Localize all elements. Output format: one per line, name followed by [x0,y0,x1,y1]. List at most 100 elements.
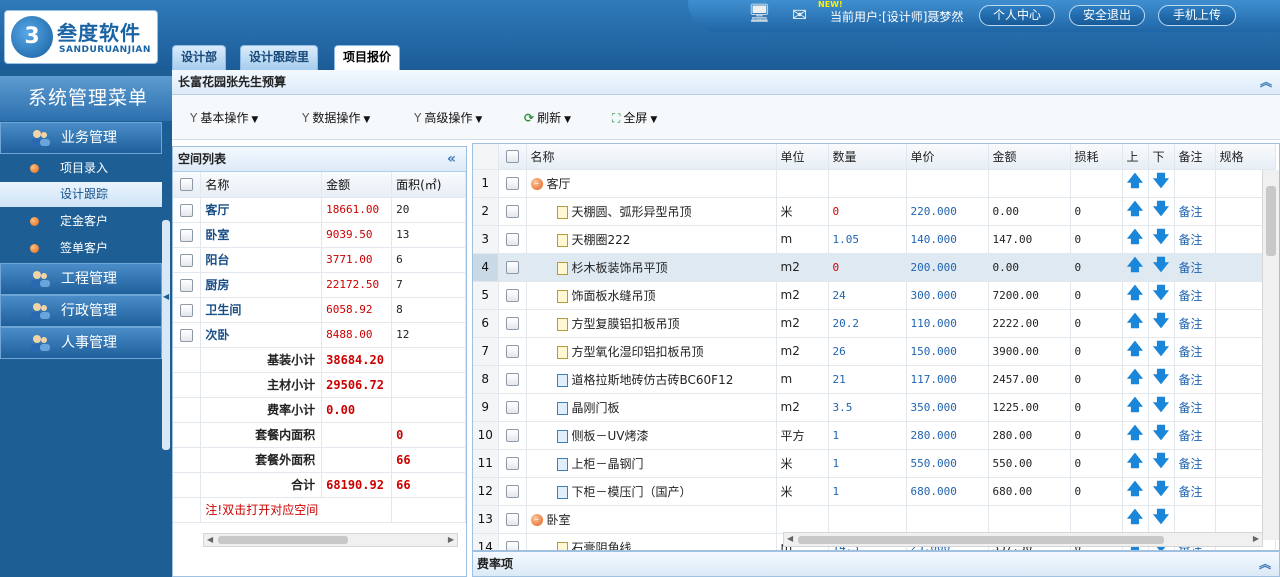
table-row[interactable]: 4 杉木板装饰吊平顶 m2 0 200.000 0.00 0 🡅 🡇 备注 [473,253,1276,282]
menu-item-design-tracking[interactable]: 设计跟踪 [0,182,162,207]
loss-cell[interactable]: 0 [1070,337,1123,366]
remark-link[interactable]: 备注 [1179,233,1203,247]
expand-up-icon[interactable]: ︽ [1259,552,1271,576]
table-row[interactable]: 阳台 3771.00 6 [173,247,466,273]
unit-cell[interactable]: 米 [776,477,829,506]
table-row[interactable]: 6 方型复膜铝扣板吊顶 m2 20.2 110.000 2222.00 0 🡅 🡇 备注 [473,309,1276,338]
row-checkbox[interactable] [505,457,519,470]
price-cell[interactable]: 117.000 [906,365,989,394]
select-all-checkbox[interactable] [505,150,519,164]
move-up-icon[interactable]: 🡅 [1127,283,1143,302]
move-down-icon[interactable]: 🡇 [1153,451,1169,470]
unit-cell[interactable]: 米 [776,197,829,226]
qty-cell[interactable]: 24 [828,281,907,310]
price-cell[interactable]: 150.000 [906,337,989,366]
move-down-icon[interactable]: 🡇 [1153,171,1169,190]
collapse-category-icon[interactable]: – [530,514,543,526]
remark-link[interactable]: 备注 [1179,261,1203,275]
name-cell[interactable]: 上柜－晶钢门 [526,449,777,478]
fullscreen-menu[interactable]: ⛶ 全屏 ▼ [612,109,657,126]
qty-cell[interactable]: 1.05 [828,225,907,254]
row-checkbox[interactable] [505,541,519,550]
table-row[interactable]: 9 晶刚门板 m2 3.5 350.000 1225.00 0 🡅 🡇 备注 [473,393,1276,422]
remark-link[interactable]: 备注 [1179,373,1203,387]
name-cell[interactable]: – 卧室 [526,505,777,534]
scroll-right-icon[interactable]: ▶ [1253,533,1259,545]
menu-group-engineering[interactable]: 工程管理 [0,263,162,295]
table-row[interactable]: 3 天棚圈222 m 1.05 140.000 147.00 0 🡅 🡇 备注 [473,225,1276,254]
price-cell[interactable] [906,505,989,534]
move-up-icon[interactable]: 🡅 [1127,395,1143,414]
move-down-icon[interactable]: 🡇 [1153,423,1169,442]
unit-cell[interactable]: m2 [776,337,829,366]
price-cell[interactable] [906,169,989,198]
price-cell[interactable]: 680.000 [906,477,989,506]
remark-link[interactable]: 备注 [1179,401,1203,415]
collapse-category-icon[interactable]: – [530,178,543,190]
move-up-icon[interactable]: 🡅 [1127,423,1143,442]
logout-button[interactable]: 安全退出 [1069,5,1145,26]
price-cell[interactable]: 220.000 [906,197,989,226]
unit-cell[interactable]: m2 [776,281,829,310]
qty-cell[interactable]: 1 [828,421,907,450]
name-cell[interactable]: 石膏阴角线 [526,533,777,550]
row-checkbox[interactable] [505,345,519,358]
move-up-icon[interactable]: 🡅 [1127,311,1143,330]
row-checkbox[interactable] [505,233,519,246]
table-row[interactable]: 卫生间 6058.92 8 [173,297,466,323]
tab-project-quote[interactable]: 项目报价 [334,45,401,71]
row-checkbox[interactable] [180,228,194,242]
unit-cell[interactable]: 米 [776,449,829,478]
category-row[interactable]: 1 – 客厅 🡅 🡇 [473,169,1276,198]
price-cell[interactable]: 550.000 [906,449,989,478]
scroll-thumb[interactable] [798,536,1164,544]
row-checkbox[interactable] [180,253,194,267]
tab-design-dept[interactable]: 设计部 [172,45,227,70]
loss-cell[interactable]: 0 [1070,281,1123,310]
qty-cell[interactable] [828,169,907,198]
unit-cell[interactable] [776,505,829,534]
collapse-menu-icon[interactable]: ◀ [163,292,169,301]
scroll-thumb[interactable] [1266,186,1276,256]
table-row[interactable]: 厨房 22172.50 7 [173,272,466,298]
name-cell[interactable]: 天棚圆、弧形异型吊顶 [526,197,777,226]
row-checkbox[interactable] [505,373,519,386]
loss-cell[interactable]: 0 [1070,253,1123,282]
unit-cell[interactable]: 平方 [776,421,829,450]
space-hscrollbar[interactable]: ◀ ▶ [203,533,458,547]
mobile-upload-button[interactable]: 手机上传 [1158,5,1236,26]
fee-items-bar[interactable]: 费率项 ︽ [472,551,1280,577]
loss-cell[interactable]: 0 [1070,365,1123,394]
qty-cell[interactable]: 0 [828,197,907,226]
data-ops-menu[interactable]: Y 数据操作 ▼ [302,109,370,126]
unit-cell[interactable]: m [776,365,829,394]
move-down-icon[interactable]: 🡇 [1153,283,1169,302]
loss-cell[interactable]: 0 [1070,197,1123,226]
qty-cell[interactable] [828,505,907,534]
unit-cell[interactable]: m2 [776,393,829,422]
table-row[interactable]: 客厅 18661.00 20 [173,197,466,223]
tab-design-tracking[interactable]: 设计跟踪里 [240,45,319,70]
refresh-menu[interactable]: ⟳ 刷新 ▼ [524,109,571,126]
move-up-icon[interactable]: 🡅 [1127,367,1143,386]
loss-cell[interactable]: 0 [1070,449,1123,478]
basic-ops-menu[interactable]: Y 基本操作 ▼ [190,109,258,126]
price-cell[interactable]: 140.000 [906,225,989,254]
row-checkbox[interactable] [180,278,194,292]
move-up-icon[interactable]: 🡅 [1127,199,1143,218]
price-cell[interactable]: 300.000 [906,281,989,310]
price-cell[interactable]: 200.000 [906,253,989,282]
table-row[interactable]: 10 侧板－UV烤漆 平方 1 280.000 280.00 0 🡅 🡇 备注 [473,421,1276,450]
row-checkbox[interactable] [505,485,519,498]
table-row[interactable]: 5 饰面板水缝吊顶 m2 24 300.000 7200.00 0 🡅 🡇 备注 [473,281,1276,310]
select-all-checkbox[interactable] [180,178,194,192]
move-down-icon[interactable]: 🡇 [1153,479,1169,498]
move-up-icon[interactable]: 🡅 [1127,227,1143,246]
price-cell[interactable]: 280.000 [906,421,989,450]
move-up-icon[interactable]: 🡅 [1127,451,1143,470]
qty-cell[interactable]: 0 [828,253,907,282]
scroll-left-icon[interactable]: ◀ [787,533,793,545]
unit-cell[interactable]: m [776,225,829,254]
collapse-left-icon[interactable]: « [447,147,456,171]
price-cell[interactable]: 350.000 [906,393,989,422]
